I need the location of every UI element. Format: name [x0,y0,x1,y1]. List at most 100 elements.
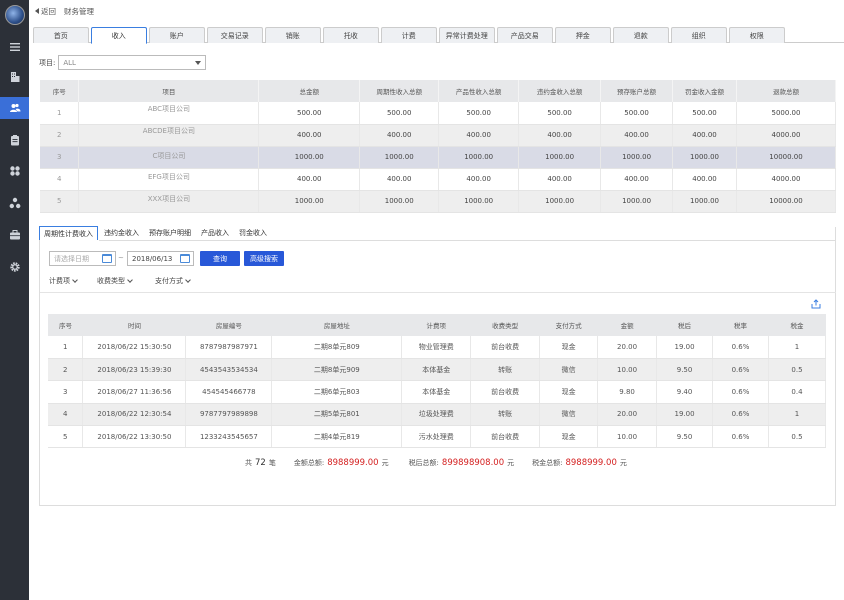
table-row[interactable]: 1 ABC项目公司 500.00 500.00 500.00 500.00 50… [40,102,836,125]
table-cell: 400.00 [438,168,520,191]
calendar-icon[interactable] [102,254,112,263]
subtab-periodic-income[interactable]: 周期性计费收入 [39,226,98,240]
chevron-down-icon [185,277,191,283]
calendar-icon[interactable] [180,254,190,263]
table-cell: 0.6% [712,358,769,382]
clipboard-icon[interactable] [0,129,29,151]
table-cell: 10.00 [597,358,658,382]
subtab-prepaid-details[interactable]: 预存账户明细 [145,226,195,240]
table-cell: 500.00 [258,102,361,125]
table-cell: 5 [48,425,84,449]
users-icon[interactable] [0,97,29,119]
table-cell: 500.00 [359,102,440,125]
subtab-penalty-income[interactable]: 违约金收入 [100,226,143,240]
table-cell: 500.00 [672,102,737,125]
tab-organization[interactable]: 组织 [671,27,727,43]
table-cell: 前台收费 [470,425,541,449]
tab-income[interactable]: 收入 [91,27,147,44]
project-filter-label: 项目: [39,58,56,67]
tab-home[interactable]: 首页 [33,27,89,43]
export-icon[interactable] [811,299,821,309]
table-cell: 0.5 [768,358,827,382]
table-row[interactable]: 4 EFG项目公司 400.00 400.00 400.00 400.00 40… [40,168,836,191]
table-row[interactable]: 2 ABCDE项目公司 400.00 400.00 400.00 400.00 … [40,124,836,147]
table-cell: 1000.00 [600,190,674,213]
org-chart-icon[interactable] [0,192,29,214]
table-cell: 前台收费 [470,380,541,404]
column-header: 支付方式 [539,314,598,336]
tab-abnormal-billing[interactable]: 异常计费处理 [439,27,495,43]
subtab-product-income[interactable]: 产品收入 [197,226,233,240]
charge-type-dropdown[interactable]: 收费类型 [97,276,133,286]
start-date-input[interactable]: 请选择日期 [49,251,116,266]
table-row[interactable]: 5 2018/06/22 13:30:50 1233243545657 二期4单… [48,425,827,449]
table-cell: 400.00 [518,124,602,147]
table-cell: 污水处理费 [401,425,472,449]
table-cell: 8787987987971 [185,336,273,359]
table-cell: 9787797989898 [185,403,273,427]
tab-account[interactable]: 账户 [149,27,205,43]
table-cell: 二期8单元809 [271,336,403,359]
table-cell: 500.00 [518,102,602,125]
tab-permissions[interactable]: 权限 [729,27,785,43]
summary-table-header: 序号 项目 总金额 周期性收入总额 产品性收入总额 违约金收入总额 预存账户总额… [40,80,836,102]
tab-write-off[interactable]: 销账 [265,27,321,43]
table-cell: 1000.00 [672,146,737,169]
table-row[interactable]: 3 2018/06/27 11:36:56 454545466778 二期6单元… [48,380,827,404]
table-cell: 现金 [539,425,599,449]
column-header: 税率 [712,314,769,336]
table-row-selected[interactable]: 3 C项目公司 1000.00 1000.00 1000.00 1000.00 … [40,146,836,169]
column-header: 序号 [48,314,83,336]
back-arrow-icon [35,8,39,14]
amount-total-value: 8988999.00 [327,458,379,468]
tab-refund[interactable]: 退款 [613,27,669,43]
table-cell: 400.00 [359,124,440,147]
tab-deposit[interactable]: 押金 [555,27,611,43]
table-cell: C项目公司 [78,146,260,169]
start-date-placeholder: 请选择日期 [54,254,89,263]
project-select[interactable]: ALL [58,55,207,70]
chevron-down-icon [127,277,133,283]
table-cell: 1000.00 [672,190,737,213]
advanced-search-button[interactable]: 高级搜索 [244,251,284,266]
table-cell: 本体基金 [401,358,472,382]
table-row[interactable]: 5 XXX项目公司 1000.00 1000.00 1000.00 1000.0… [40,190,836,213]
table-cell: 2 [48,358,84,382]
tab-collection[interactable]: 托收 [323,27,379,43]
total-count: 72 [255,458,266,468]
page-title: 财务管理 [64,6,94,16]
column-header: 退款总额 [736,80,836,102]
table-row[interactable]: 4 2018/06/22 12:30:54 9787797989898 二期5单… [48,403,827,427]
charge-type-label: 收费类型 [97,277,125,285]
column-header: 时间 [82,314,186,336]
briefcase-icon[interactable] [0,224,29,246]
project-filter: 项目: ALL [39,55,207,70]
avatar[interactable] [5,5,25,25]
column-header: 产品性收入总额 [438,80,520,102]
table-cell: 4 [48,403,84,427]
total-prefix: 共 [245,459,252,467]
table-cell: 二期8单元909 [271,358,403,382]
query-button[interactable]: 查询 [200,251,240,266]
payment-method-dropdown[interactable]: 支付方式 [155,276,191,286]
tab-transactions[interactable]: 交易记录 [207,27,263,43]
end-date-input[interactable]: 2018/06/13 [127,251,194,266]
grid-icon[interactable] [0,160,29,182]
table-row[interactable]: 1 2018/06/22 15:30:50 8787987987971 二期8单… [48,336,827,359]
table-cell: 微信 [539,403,599,427]
tab-billing[interactable]: 计费 [381,27,437,43]
table-cell: 二期5单元801 [271,403,403,427]
tax-total-unit: 元 [619,459,627,467]
table-cell: 19.00 [656,403,714,427]
subtab-fine-income[interactable]: 罚金收入 [235,226,271,240]
building-icon[interactable] [0,66,29,88]
tab-product-trade[interactable]: 产品交易 [497,27,553,43]
gear-icon[interactable] [0,256,29,278]
table-cell: 4543543534534 [185,358,273,382]
menu-icon[interactable] [0,36,29,58]
back-button[interactable]: 返回 [35,6,56,17]
amount-total-label: 金额总额: [293,459,325,467]
billing-item-dropdown[interactable]: 计费项 [49,276,78,286]
table-cell: 0.6% [712,425,769,449]
table-row[interactable]: 2 2018/06/23 15:39:30 4543543534534 二期8单… [48,358,827,382]
